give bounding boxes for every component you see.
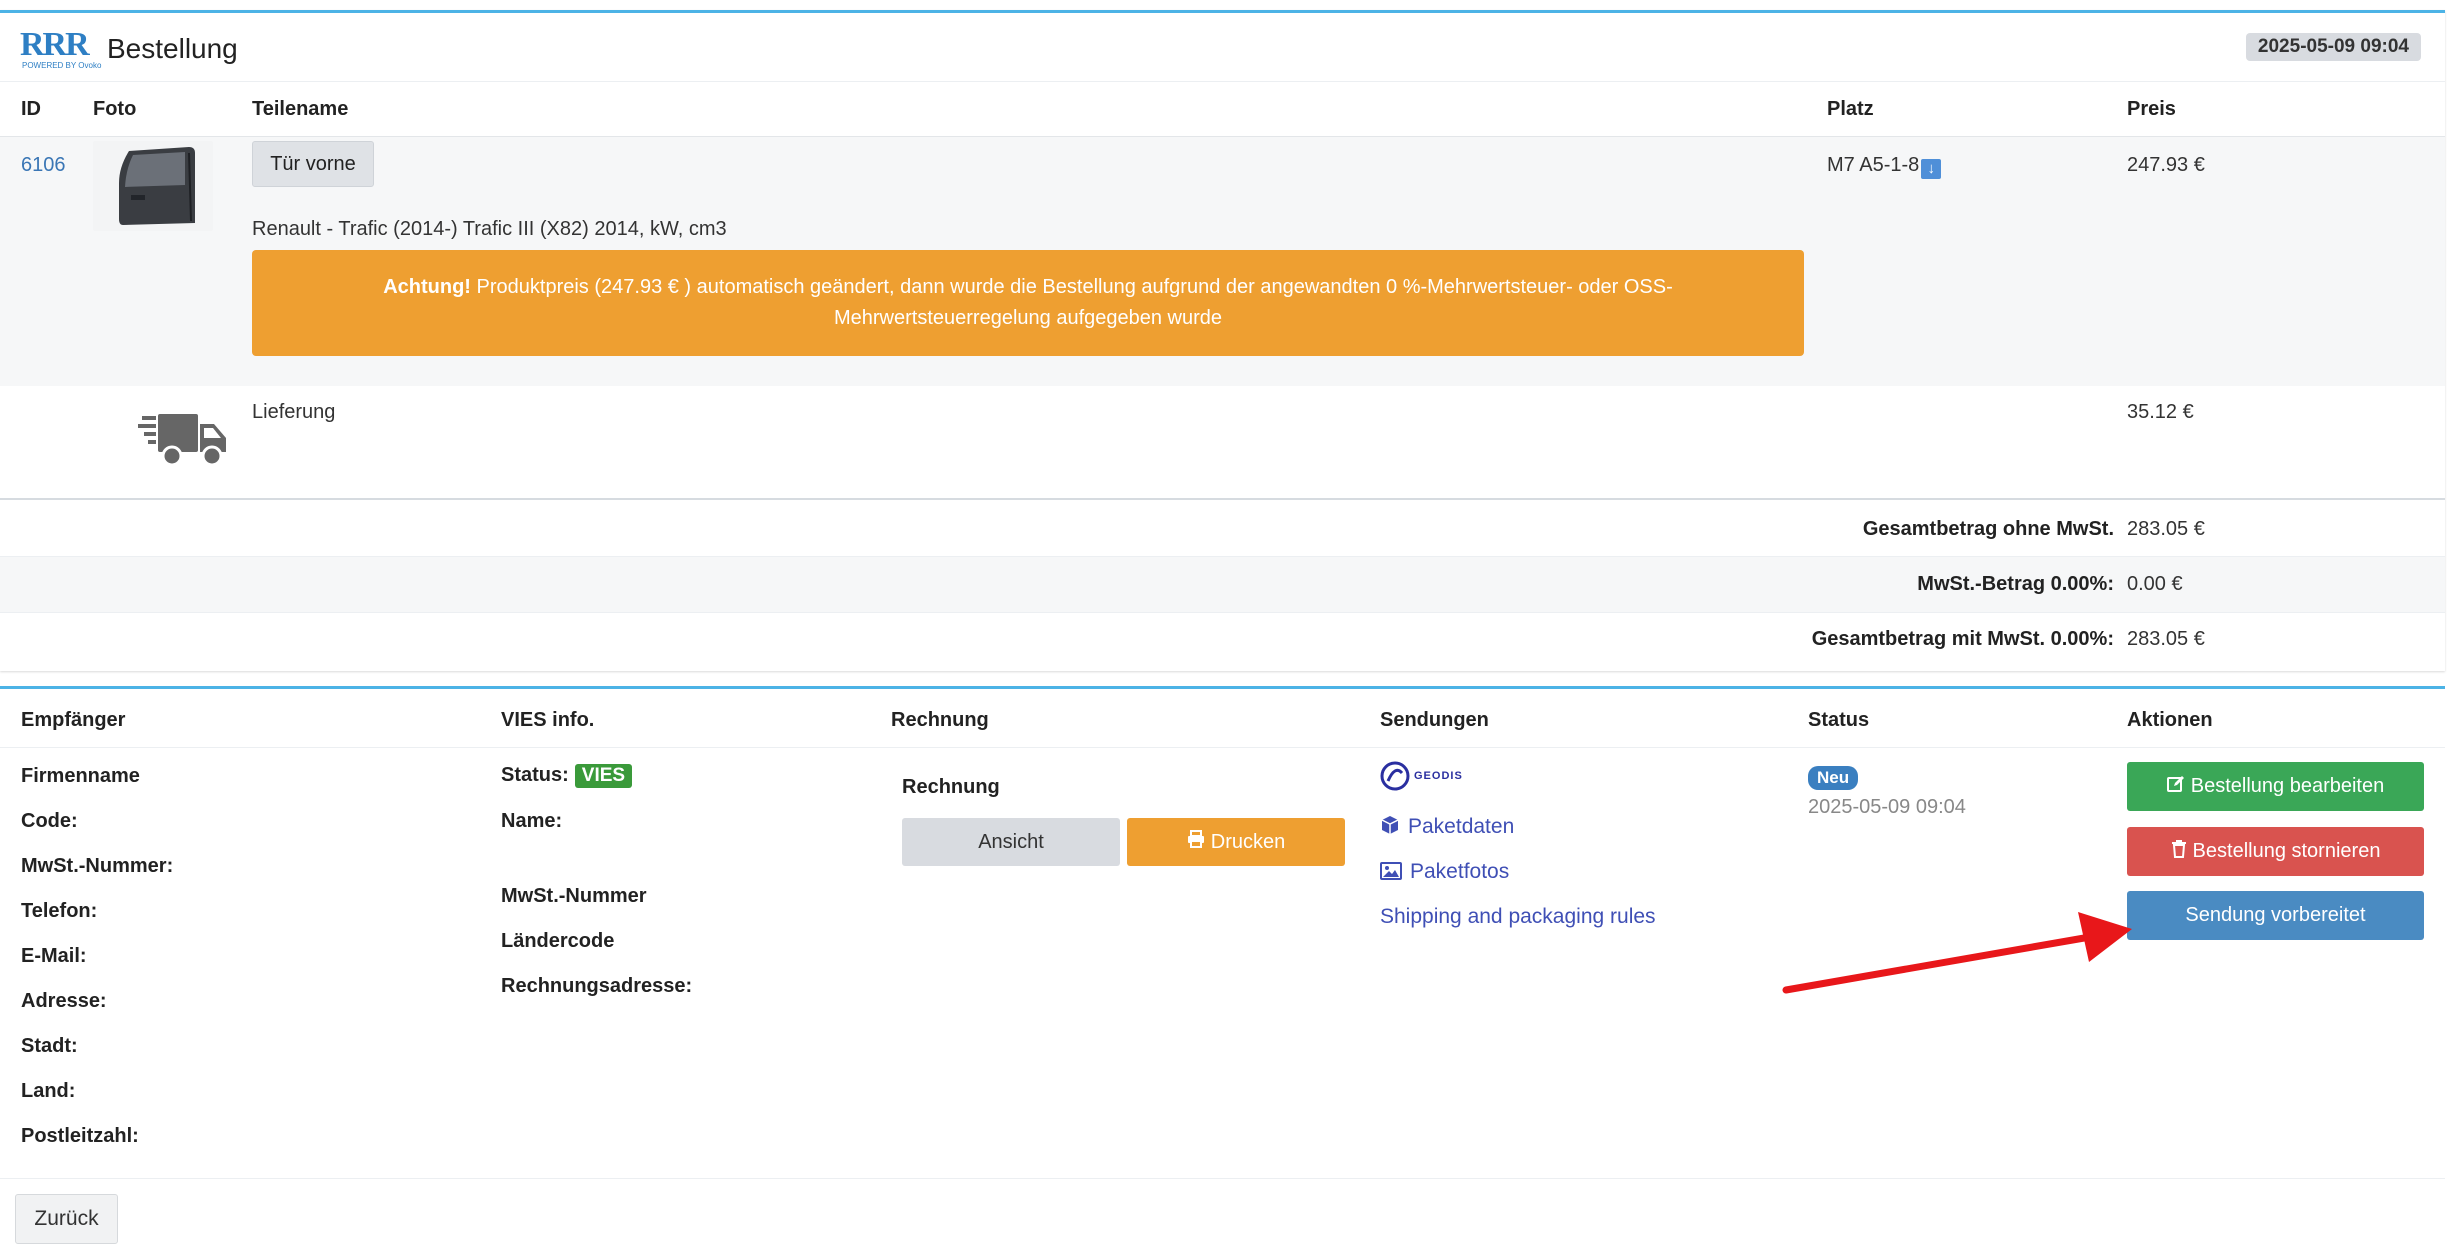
col-empfaenger: Empfänger — [21, 709, 126, 731]
col-rechnung: Rechnung — [891, 709, 989, 731]
invoice-print-button[interactable]: Drucken — [1127, 818, 1345, 866]
vehicle-description: Renault - Trafic (2014-) Trafic III (X82… — [252, 218, 727, 240]
col-vies: VIES info. — [501, 709, 595, 731]
divider — [0, 498, 2445, 500]
package-data-label: Paketdaten — [1408, 815, 1515, 838]
total-gross-value: 283.05 € — [2127, 628, 2205, 650]
recipient-zip-label: Postleitzahl: — [21, 1125, 139, 1147]
package-photos-link[interactable]: Paketfotos — [1380, 860, 1509, 886]
delivery-truck-icon — [138, 412, 230, 470]
shipment-prepared-button[interactable]: Sendung vorbereitet — [2127, 891, 2424, 940]
total-net-label: Gesamtbetrag ohne MwSt. — [1862, 518, 2114, 540]
alert-line1: Produktpreis (247.93 € ) automatisch geä… — [470, 276, 1673, 298]
col-aktionen: Aktionen — [2127, 709, 2213, 731]
price-change-alert: Achtung! Produktpreis (247.93 € ) automa… — [252, 250, 1804, 356]
page-title: Bestellung — [107, 33, 238, 64]
image-icon — [1380, 862, 1402, 886]
geodis-icon — [1380, 761, 1410, 791]
col-status: Status — [1808, 709, 1870, 731]
annotation-arrow — [1780, 900, 2140, 1000]
col-teilename: Teilename — [252, 98, 349, 120]
col-foto: Foto — [93, 98, 137, 120]
total-net-value: 283.05 € — [2127, 518, 2205, 540]
storage-location: M7 A5-1-8 ↓ — [1827, 154, 1942, 179]
vies-country-label: Ländercode — [501, 930, 615, 952]
edit-order-label: Bestellung bearbeiten — [2190, 775, 2385, 797]
logo-text: RRR — [20, 26, 90, 63]
recipient-code-label: Code: — [21, 810, 78, 832]
part-name-button[interactable]: Tür vorne — [252, 141, 374, 187]
delivery-price: 35.12 € — [2127, 401, 2194, 423]
recipient-address-label: Adresse: — [21, 990, 107, 1012]
logo-subtitle: POWERED BY Ovoko — [22, 61, 102, 70]
panel-header: RRR POWERED BY Ovoko Bestellung 2025-05-… — [0, 13, 2445, 82]
cancel-order-label: Bestellung stornieren — [2192, 840, 2381, 862]
recipient-country-label: Land: — [21, 1080, 76, 1102]
location-text: M7 A5-1-8 — [1827, 154, 1920, 176]
edit-order-button[interactable]: Bestellung bearbeiten — [2127, 762, 2424, 811]
delivery-label: Lieferung — [252, 401, 336, 423]
vat-amount-label: MwSt.-Betrag 0.00%: — [1917, 573, 2114, 595]
alert-line2: Mehrwertsteuerregelung aufgegeben wurde — [833, 307, 1223, 329]
vies-billing-label: Rechnungsadresse: — [501, 975, 693, 997]
col-sendungen: Sendungen — [1380, 709, 1489, 731]
item-id-link[interactable]: 6106 — [21, 154, 66, 177]
vat-amount-value: 0.00 € — [2127, 573, 2183, 595]
printer-icon — [1187, 830, 1205, 854]
download-arrow-icon[interactable]: ↓ — [1921, 159, 1942, 179]
order-date-badge: 2025-05-09 09:04 — [2245, 33, 2421, 61]
edit-icon — [2166, 775, 2185, 799]
invoice-view-button[interactable]: Ansicht — [902, 818, 1120, 866]
box-icon — [1380, 815, 1400, 841]
car-door-image — [119, 147, 195, 225]
part-photo[interactable] — [93, 141, 213, 231]
col-preis: Preis — [2127, 98, 2176, 120]
vies-name-label: Name: — [501, 810, 563, 832]
vies-badge: VIES — [574, 764, 633, 788]
vies-status-label: Status: — [501, 764, 569, 786]
recipient-city-label: Stadt: — [21, 1035, 78, 1057]
col-platz: Platz — [1827, 98, 1874, 120]
status-date: 2025-05-09 09:04 — [1808, 796, 1966, 818]
total-gross-label: Gesamtbetrag mit MwSt. 0.00%: — [1811, 628, 2114, 650]
geodis-logo: GEODIS — [1380, 761, 1463, 791]
invoice-title: Rechnung — [902, 776, 1000, 798]
vies-vat-label: MwSt.-Nummer — [501, 885, 647, 907]
trash-icon — [2171, 839, 2187, 864]
carrier-name: GEODIS — [1414, 770, 1463, 782]
recipient-phone-label: Telefon: — [21, 900, 98, 922]
logo: RRR POWERED BY Ovoko — [20, 26, 101, 71]
alert-strong: Achtung! — [383, 276, 471, 298]
status-badge: Neu — [1808, 766, 1859, 790]
shipping-rules-link[interactable]: Shipping and packaging rules — [1380, 905, 1656, 929]
back-button[interactable]: Zurück — [15, 1194, 118, 1244]
recipient-email-label: E-Mail: — [21, 945, 87, 967]
cancel-order-button[interactable]: Bestellung stornieren — [2127, 827, 2424, 876]
recipient-company-label: Firmenname — [21, 765, 140, 787]
item-price: 247.93 € — [2127, 154, 2205, 176]
print-label: Drucken — [1210, 830, 1286, 853]
package-photos-label: Paketfotos — [1410, 860, 1510, 883]
col-id: ID — [21, 98, 41, 120]
vies-status: Status: VIES — [501, 764, 633, 788]
recipient-vat-label: MwSt.-Nummer: — [21, 855, 174, 877]
package-data-link[interactable]: Paketdaten — [1380, 815, 1514, 841]
details-footer-divider — [0, 1178, 2445, 1179]
details-header-divider — [0, 747, 2445, 748]
